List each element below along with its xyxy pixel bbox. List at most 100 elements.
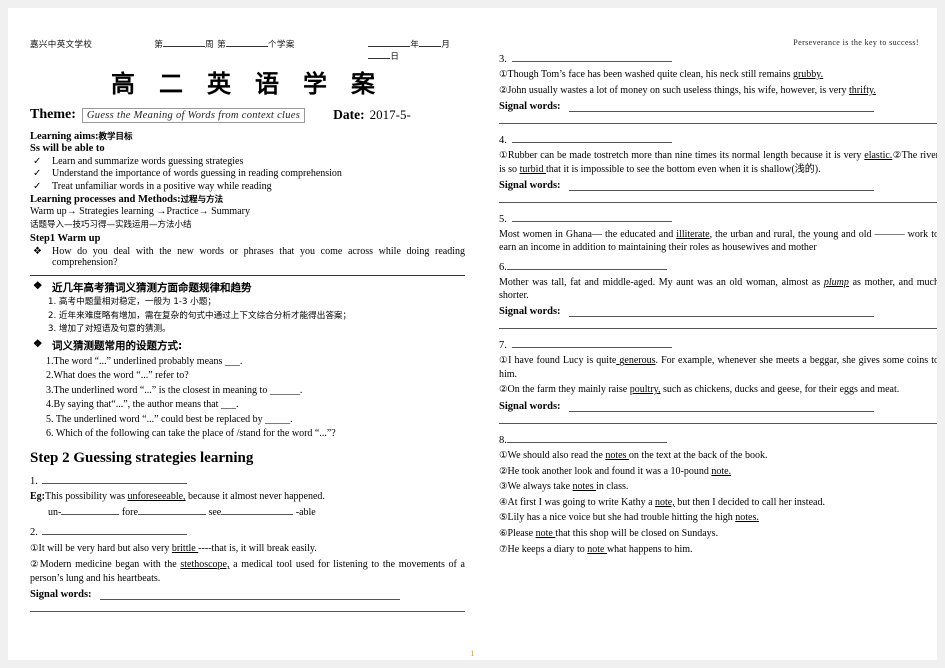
week-blank-1[interactable] — [163, 38, 206, 47]
prefix-part: see — [208, 507, 222, 519]
date-day-blank[interactable] — [368, 50, 391, 59]
right-column: Perseverance is the key to success! 3. ①… — [499, 38, 937, 620]
passage-underlined-word: plump — [823, 276, 849, 288]
strategy-number: 6. — [499, 261, 507, 273]
trend-item: 2. 近年来难度略有增加，需在复杂的句式中通过上下文综合分析才能得出答案； — [48, 310, 352, 321]
theme-label: Theme: — [30, 107, 76, 122]
answer-line[interactable] — [499, 422, 937, 424]
check-icon: ✓ — [33, 155, 42, 167]
signal-words-blank[interactable] — [568, 305, 874, 318]
prefix-part: un- — [48, 507, 62, 519]
circled-number-icon: ② — [892, 150, 902, 162]
section-divider — [30, 274, 465, 276]
prefix-part: fore — [121, 507, 138, 519]
strategy-answer-blank[interactable] — [41, 524, 187, 536]
example-sentence: ②He took another look and found it was a… — [499, 465, 937, 479]
step1-question-label: How do you deal with the new words or ph… — [52, 245, 465, 268]
sentence-post: that this shop will be closed on Sundays… — [555, 528, 719, 540]
sentence-post: that it is impossible to see the bottom … — [545, 163, 821, 175]
page-title: 高 二 英 语 学 案 — [111, 72, 384, 98]
sentence-underlined-word: stethoscope, — [180, 558, 230, 570]
sentence-post: on the text at the back of the book. — [628, 449, 768, 461]
strategy-number: 5. — [499, 214, 507, 226]
sentence-pre: I have found Lucy is quite — [508, 355, 617, 367]
answer-line[interactable] — [30, 610, 465, 612]
ss-will-be-able-to: Ss will be able to — [30, 143, 105, 154]
date-year-blank[interactable] — [368, 38, 411, 47]
signal-words-blank[interactable] — [99, 588, 400, 600]
prefix-blank[interactable] — [221, 504, 294, 516]
two-column-layout: 嘉兴中英文学校 第 周 第 个学案 年 月日 高 二 英 语 学 案 Theme: G… — [30, 38, 937, 620]
sentence-underlined-word: poultry, — [629, 384, 661, 396]
sentence-pre: We always take — [507, 481, 573, 493]
strategy-answer-blank[interactable] — [506, 259, 667, 270]
signal-words-blank[interactable] — [568, 400, 874, 412]
strategy-answer-blank[interactable] — [511, 337, 672, 349]
sentence-pre: At first I was going to write Kathy a — [507, 496, 656, 508]
strategy-answer-blank[interactable] — [41, 473, 187, 485]
sentence-post: what happens to him. — [606, 543, 693, 555]
signal-words-row: Signal words: — [499, 179, 937, 192]
prefix-blank[interactable] — [137, 504, 206, 516]
aim-item: ✓ Learn and summarize words guessing str… — [30, 156, 465, 167]
circled-number-icon: ⑤ — [499, 512, 508, 524]
strategy-number: 1. — [30, 476, 38, 488]
trend-item: 1. 高考中题量相对稳定，一般为 1-3 小题； — [48, 297, 216, 307]
aim-item-label: Understand the importance of words guess… — [52, 168, 342, 179]
circled-number-icon: ② — [499, 465, 508, 477]
eg-post: because it almost never happened. — [185, 491, 325, 503]
sentence-underlined-word: generous — [616, 355, 656, 367]
strategy-answer-blank[interactable] — [506, 432, 667, 443]
strategy-number-blank: 8. — [499, 432, 937, 446]
signal-words-label: Signal words: — [499, 101, 561, 113]
circled-number-icon: ② — [30, 558, 40, 570]
strategy-answer-blank[interactable] — [511, 132, 672, 144]
check-icon: ✓ — [33, 180, 42, 192]
prefix-blank[interactable] — [61, 504, 120, 516]
check-icon: ✓ — [33, 168, 42, 179]
signal-words-label: Signal words: — [499, 306, 561, 318]
diamond-icon: ❖ — [33, 245, 42, 257]
strategy-number: 4. — [499, 135, 507, 147]
sentence-underlined-word: brittle — [171, 543, 199, 555]
sentence-underlined-word: note, — [655, 496, 675, 508]
week-blank-2[interactable] — [226, 38, 269, 47]
signal-words-blank[interactable] — [568, 179, 874, 192]
learning-aims-label: Learning aims: — [30, 131, 99, 142]
sentence-pre: It will be very hard but also very — [38, 543, 172, 555]
strategy-number: 8. — [499, 434, 507, 446]
example-sentence: ②John usually wastes a lot of money on s… — [499, 84, 937, 98]
signal-words-label: Signal words: — [30, 588, 92, 600]
sentence-pre: We should also read the — [507, 449, 606, 461]
sentence-underlined-word: notes — [605, 449, 629, 461]
answer-line[interactable] — [499, 327, 937, 330]
aim-item-label: Treat unfamiliar words in a positive way… — [52, 180, 272, 192]
example-sentence: ⑤Lily has a nice voice but she had troub… — [499, 511, 937, 525]
signal-words-label: Signal words: — [499, 180, 561, 192]
strategy-answer-blank[interactable] — [511, 211, 672, 223]
eg-pre: This possibility was — [45, 491, 128, 503]
example-sentence: ①It will be very hard but also very brit… — [30, 542, 465, 556]
page-content: 嘉兴中英文学校 第 周 第 个学案 年 月日 高 二 英 语 学 案 Theme: G… — [30, 38, 937, 650]
answer-line[interactable] — [499, 201, 937, 204]
diamond-icon: ❖ — [33, 339, 43, 351]
theme-row: Theme: Guess the Meaning of Words from c… — [30, 107, 465, 123]
trends-heading: ❖ 近几年高考猜词义猜测方面命题规律和趋势 — [30, 280, 465, 295]
aim-item: ✓ Understand the importance of words gue… — [30, 168, 465, 179]
strategy-answer-blank[interactable] — [511, 51, 672, 62]
strategy-number-blank: 3. — [499, 51, 937, 65]
strategy-number-blank: 6. — [499, 259, 937, 273]
answer-line[interactable] — [499, 122, 937, 125]
processes-heading: Learning processes and Methods:过程与方法 — [30, 193, 465, 205]
sentence-pre: John usually wastes a lot of money on su… — [507, 84, 850, 96]
sentence-underlined-word: note — [587, 543, 607, 555]
date-month-blank[interactable] — [419, 38, 442, 47]
page-number: 1 — [470, 649, 475, 658]
circled-number-icon: ② — [499, 84, 508, 96]
circled-number-icon: ① — [499, 449, 508, 461]
signal-words-row: Signal words: — [499, 400, 937, 412]
sentence-pre: He keeps a diary to — [507, 543, 588, 555]
signal-words-blank[interactable] — [568, 100, 874, 113]
date-month-label: 月 — [441, 40, 451, 50]
example-sentence: ③We always take notes in class. — [499, 480, 937, 494]
